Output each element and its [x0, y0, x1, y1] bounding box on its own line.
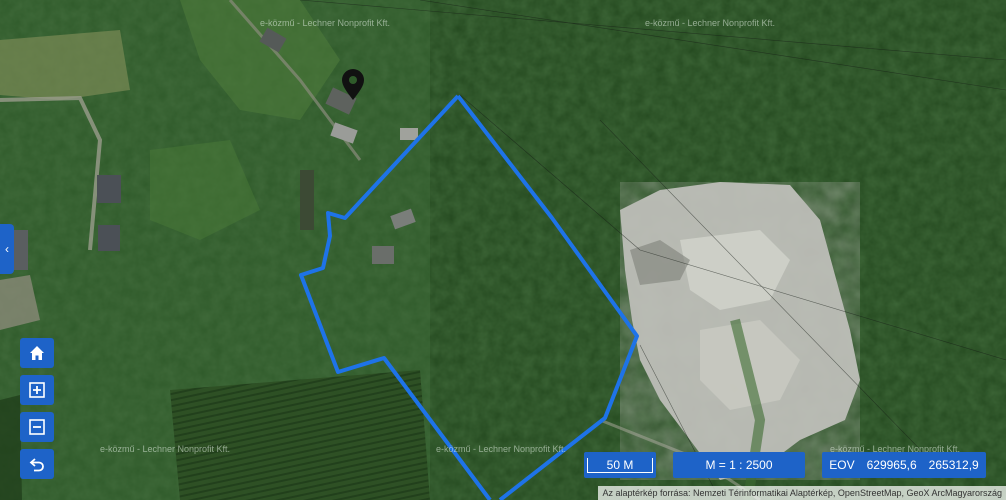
- aerial-imagery: [0, 0, 1006, 500]
- eov-y-value: 265312,9: [928, 458, 979, 472]
- zoom-out-button[interactable]: [20, 412, 54, 442]
- eov-x-value: 629965,6: [866, 458, 917, 472]
- home-icon: [30, 346, 44, 360]
- map-scale-display[interactable]: M = 1 : 2500: [673, 452, 805, 478]
- map-view[interactable]: e-közmű - Lechner Nonprofit Kft. e-közmű…: [0, 0, 1006, 500]
- back-button[interactable]: [20, 449, 54, 479]
- side-panel-toggle[interactable]: ‹: [0, 224, 14, 274]
- home-button[interactable]: [20, 338, 54, 368]
- zoom-out-icon: [29, 419, 45, 435]
- zoom-in-icon: [29, 382, 45, 398]
- zoom-in-button[interactable]: [20, 375, 54, 405]
- eov-label: EOV: [829, 458, 855, 472]
- scale-bar: 50 M: [584, 452, 656, 478]
- eov-coordinates: EOV 629965,6 265312,9: [822, 452, 986, 478]
- back-icon: [29, 458, 44, 472]
- chevron-left-icon: ‹: [5, 242, 9, 256]
- scale-bar-label: 50 M: [587, 457, 653, 473]
- map-scale-text: M = 1 : 2500: [705, 458, 773, 472]
- map-attribution: Az alaptérkép forrása: Nemzeti Térinform…: [598, 486, 1006, 500]
